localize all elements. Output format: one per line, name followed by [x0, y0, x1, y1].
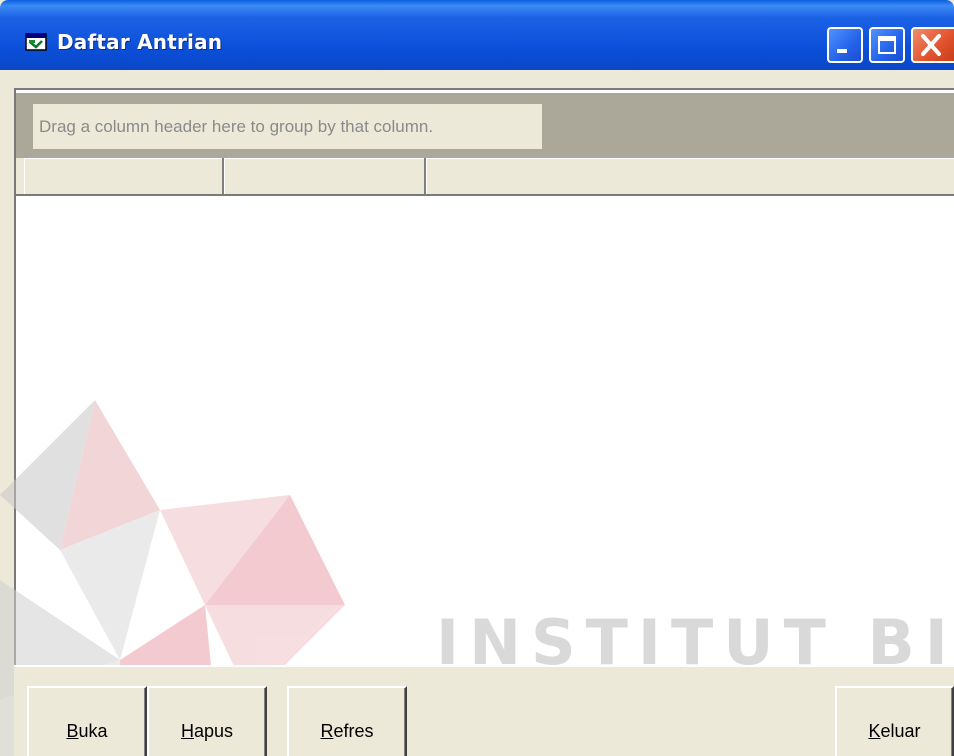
buka-accel: B [66, 721, 79, 741]
column-header-1[interactable] [24, 158, 224, 194]
window-title: Daftar Antrian [57, 30, 223, 54]
group-by-hint: Drag a column header here to group by th… [33, 104, 542, 149]
hapus-button[interactable]: Hapus [147, 686, 267, 756]
form-window-icon [25, 33, 47, 51]
refres-accel: R [320, 721, 334, 741]
hapus-label: apus [193, 721, 234, 741]
column-header-row [16, 158, 954, 196]
minimize-icon [837, 49, 847, 53]
close-icon [921, 34, 941, 56]
close-button[interactable] [911, 27, 954, 63]
keluar-button[interactable]: Keluar [835, 686, 954, 756]
keluar-label: eluar [880, 721, 921, 741]
daftar-antrian-window: Daftar Antrian Drag a column header here… [0, 0, 954, 756]
grid-body[interactable] [16, 196, 954, 665]
column-header-3[interactable] [426, 158, 954, 194]
keluar-accel: K [868, 721, 881, 741]
buka-button[interactable]: Buka [27, 686, 147, 756]
maximize-button[interactable] [869, 27, 905, 63]
hapus-accel: H [180, 721, 194, 741]
title-bar[interactable]: Daftar Antrian [0, 0, 954, 70]
refres-button[interactable]: Refres [287, 686, 407, 756]
minimize-button[interactable] [827, 27, 863, 63]
buka-label: uka [78, 721, 108, 741]
refres-label: efres [333, 721, 374, 741]
column-header-2[interactable] [224, 158, 426, 194]
maximize-icon [878, 36, 896, 54]
